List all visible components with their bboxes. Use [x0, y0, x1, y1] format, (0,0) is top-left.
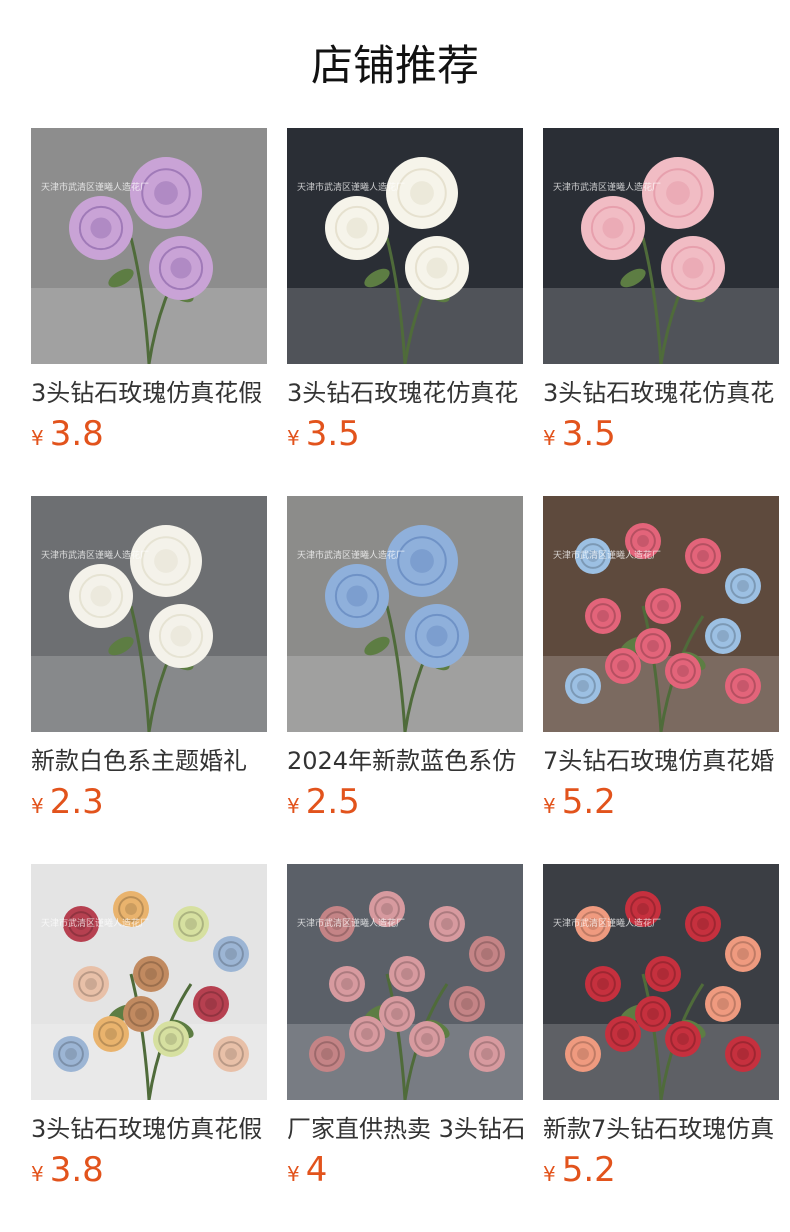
product-card[interactable]: 天津市武清区谨曦人造花厂 3头钻石玫瑰花仿真花 ¥3.5 — [287, 128, 523, 454]
purple-rose-bouquet-image[interactable]: 天津市武清区谨曦人造花厂 — [31, 128, 267, 364]
blue-peony-image[interactable]: 天津市武清区谨曦人造花厂 — [287, 496, 523, 732]
product-price: ¥3.5 — [287, 414, 523, 454]
product-name[interactable]: 3头钻石玫瑰花仿真花 — [543, 376, 779, 410]
currency-symbol: ¥ — [31, 1162, 44, 1186]
watermark-text: 天津市武清区谨曦人造花厂 — [297, 183, 406, 193]
product-card[interactable]: 天津市武清区谨曦人造花厂 2024年新款蓝色系仿 ¥2.5 — [287, 496, 523, 822]
currency-symbol: ¥ — [543, 794, 556, 818]
watermark-text: 天津市武清区谨曦人造花厂 — [297, 551, 406, 561]
product-name[interactable]: 2024年新款蓝色系仿 — [287, 744, 523, 778]
product-name[interactable]: 3头钻石玫瑰仿真花假 — [31, 1112, 267, 1146]
product-price: ¥3.8 — [31, 414, 267, 454]
price-value: 3.5 — [305, 414, 360, 454]
watermark-text: 天津市武清区谨曦人造花厂 — [41, 919, 150, 929]
price-value: 3.8 — [49, 414, 104, 454]
currency-symbol: ¥ — [287, 1162, 300, 1186]
red-rose-bunch-image[interactable]: 天津市武清区谨曦人造花厂 — [543, 864, 779, 1100]
product-card[interactable]: 天津市武清区谨曦人造花厂新款白色系主题婚礼 ¥2.3 — [31, 496, 267, 822]
price-value: 3.5 — [561, 414, 616, 454]
currency-symbol: ¥ — [543, 426, 556, 450]
watermark-text: 天津市武清区谨曦人造花厂 — [41, 551, 150, 561]
product-name[interactable]: 新款7头钻石玫瑰仿真 — [543, 1112, 779, 1146]
rose-vase-arrangement-image[interactable]: 天津市武清区谨曦人造花厂 — [287, 864, 523, 1100]
watermark-text: 天津市武清区谨曦人造花厂 — [297, 919, 406, 929]
watermark-text: 天津市武清区谨曦人造花厂 — [553, 183, 662, 193]
product-name[interactable]: 新款白色系主题婚礼 — [31, 744, 267, 778]
product-card[interactable]: 天津市武清区谨曦人造花厂厂家直供热卖 3头钻石 ¥4 — [287, 864, 523, 1190]
currency-symbol: ¥ — [31, 794, 44, 818]
product-name[interactable]: 7头钻石玫瑰仿真花婚 — [543, 744, 779, 778]
currency-symbol: ¥ — [287, 426, 300, 450]
product-price: ¥5.2 — [543, 782, 779, 822]
white-rose-bouquet-image[interactable]: 天津市武清区谨曦人造花厂 — [287, 128, 523, 364]
product-card[interactable]: 天津市武清区谨曦人造花厂 3头钻石玫瑰仿真花假 ¥3.8 — [31, 864, 267, 1190]
product-card[interactable]: 天津市武清区谨曦人造花厂 3头钻石玫瑰仿真花假 ¥3.8 — [31, 128, 267, 454]
section-title: 店铺推荐 — [310, 41, 479, 90]
product-card[interactable]: 天津市武清区谨曦人造花厂新款7头钻石玫瑰仿真 ¥5.2 — [543, 864, 779, 1190]
product-card[interactable]: 天津市武清区谨曦人造花厂 3头钻石玫瑰花仿真花 ¥3.5 — [543, 128, 779, 454]
product-price: ¥3.8 — [31, 1150, 267, 1190]
price-value: 4 — [305, 1150, 328, 1190]
price-value: 2.3 — [49, 782, 104, 822]
watermark-text: 天津市武清区谨曦人造花厂 — [553, 919, 662, 929]
product-card[interactable]: 天津市武清区谨曦人造花厂 7头钻石玫瑰仿真花婚 ¥5.2 — [543, 496, 779, 822]
price-value: 3.8 — [49, 1150, 104, 1190]
price-value: 2.5 — [305, 782, 360, 822]
assorted-rose-colors-image[interactable]: 天津市武清区谨曦人造花厂 — [31, 864, 267, 1100]
product-price: ¥4 — [287, 1150, 523, 1190]
product-price: ¥2.5 — [287, 782, 523, 822]
white-hydrangea-image[interactable]: 天津市武清区谨曦人造花厂 — [31, 496, 267, 732]
product-price: ¥3.5 — [543, 414, 779, 454]
product-name[interactable]: 3头钻石玫瑰花仿真花 — [287, 376, 523, 410]
product-name[interactable]: 厂家直供热卖 3头钻石 — [287, 1112, 523, 1146]
watermark-text: 天津市武清区谨曦人造花厂 — [41, 183, 150, 193]
mixed-rose-branches-image[interactable]: 天津市武清区谨曦人造花厂 — [543, 496, 779, 732]
currency-symbol: ¥ — [31, 426, 44, 450]
product-price: ¥5.2 — [543, 1150, 779, 1190]
watermark-text: 天津市武清区谨曦人造花厂 — [553, 551, 662, 561]
product-price: ¥2.3 — [31, 782, 267, 822]
price-value: 5.2 — [561, 782, 616, 822]
currency-symbol: ¥ — [543, 1162, 556, 1186]
pink-rose-bouquet-image[interactable]: 天津市武清区谨曦人造花厂 — [543, 128, 779, 364]
price-value: 5.2 — [561, 1150, 616, 1190]
currency-symbol: ¥ — [287, 794, 300, 818]
product-name[interactable]: 3头钻石玫瑰仿真花假 — [31, 376, 267, 410]
